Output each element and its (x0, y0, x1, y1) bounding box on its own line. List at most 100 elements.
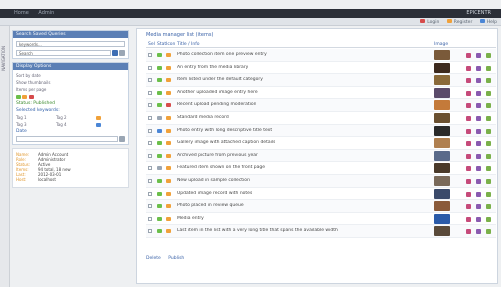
table-row[interactable]: Last item in the list with a very long t… (146, 225, 496, 238)
row-thumbnail[interactable] (434, 125, 450, 136)
row-title[interactable]: Photo placed in review queue (177, 203, 244, 208)
move-icon[interactable] (476, 153, 481, 159)
status-icon[interactable] (157, 229, 162, 234)
move-icon[interactable] (476, 103, 481, 109)
delete-link[interactable]: Delete (146, 256, 161, 261)
nav-home-link[interactable]: Home (14, 10, 29, 16)
row-checkbox[interactable] (148, 128, 152, 133)
edit-icon[interactable] (466, 78, 471, 84)
status-icon[interactable] (157, 141, 162, 146)
publish-icon[interactable] (486, 103, 491, 109)
status-icon[interactable] (157, 90, 162, 95)
table-row[interactable]: An entry from the media library (146, 62, 496, 75)
table-row[interactable]: Another uploaded image entry here (146, 87, 496, 100)
edit-icon[interactable] (466, 115, 471, 121)
row-checkbox[interactable] (148, 115, 152, 120)
row-thumbnail[interactable] (434, 163, 450, 174)
move-icon[interactable] (476, 191, 481, 197)
row-checkbox[interactable] (148, 153, 152, 158)
register-link[interactable]: Register (446, 19, 472, 25)
header-select[interactable]: Sel (148, 42, 155, 47)
row-title[interactable]: Standard media record (177, 115, 229, 120)
table-row[interactable]: Photo placed in review queue (146, 200, 496, 213)
row-checkbox[interactable] (148, 141, 152, 146)
status-icon[interactable] (157, 153, 162, 158)
option-line[interactable]: Show thumbnails (16, 79, 125, 86)
move-icon[interactable] (476, 178, 481, 184)
row-checkbox[interactable] (148, 191, 152, 196)
status-icon[interactable] (157, 53, 162, 57)
publish-icon[interactable] (486, 153, 491, 159)
keyword-item[interactable]: Tag 1 (16, 115, 56, 120)
row-thumbnail[interactable] (434, 87, 450, 98)
header-title[interactable]: Title / Info (177, 42, 200, 47)
row-thumbnail[interactable] (434, 138, 450, 149)
publish-icon[interactable] (486, 166, 491, 172)
row-title[interactable]: Photo collection item one preview entry (177, 52, 267, 57)
publish-icon[interactable] (486, 53, 491, 58)
edit-icon[interactable] (466, 153, 471, 159)
date-picker-button[interactable] (119, 135, 125, 142)
edit-icon[interactable] (466, 166, 471, 172)
keyword-item[interactable]: Tag 3 (16, 122, 56, 127)
row-title[interactable]: Another uploaded image entry here (177, 90, 258, 95)
row-title[interactable]: Featured item shown on the front page (177, 165, 265, 170)
status-icon[interactable] (157, 178, 162, 183)
edit-icon[interactable] (466, 204, 471, 210)
row-checkbox[interactable] (148, 166, 152, 171)
row-thumbnail[interactable] (434, 62, 450, 73)
edit-icon[interactable] (466, 128, 471, 134)
date-input[interactable] (16, 135, 118, 142)
row-thumbnail[interactable] (434, 175, 450, 186)
header-icon[interactable]: Icon (166, 42, 175, 47)
move-icon[interactable] (476, 65, 481, 71)
status-icon[interactable] (157, 65, 162, 70)
side-toggle-strip[interactable]: NAVIGATION (0, 26, 10, 287)
edit-icon[interactable] (466, 216, 471, 222)
status-icon[interactable] (157, 166, 162, 171)
move-icon[interactable] (476, 204, 481, 210)
filter-select[interactable]: Search (16, 49, 111, 56)
keyword-item[interactable]: Tag 4 (56, 122, 96, 127)
row-title[interactable]: Last item in the list with a very long t… (177, 228, 338, 233)
publish-link[interactable]: Publish (168, 256, 184, 261)
row-checkbox[interactable] (148, 53, 152, 57)
publish-icon[interactable] (486, 65, 491, 71)
table-row[interactable]: New upload in sample collection (146, 174, 496, 188)
brand-logo[interactable]: EPICENTR (466, 10, 491, 16)
table-row[interactable]: Updated image record with notes (146, 188, 496, 201)
move-icon[interactable] (476, 141, 481, 147)
keyword-item[interactable]: Tag 2 (56, 115, 96, 120)
publish-icon[interactable] (486, 191, 491, 197)
row-title[interactable]: Item listed under the default category (177, 77, 263, 82)
table-row[interactable]: Gallery image with attached caption deta… (146, 137, 496, 150)
header-status[interactable]: Stat (157, 42, 166, 47)
table-row[interactable]: Item listed under the default category (146, 74, 496, 87)
publish-icon[interactable] (486, 229, 491, 235)
search-button[interactable] (112, 49, 118, 56)
row-checkbox[interactable] (148, 78, 152, 83)
nav-admin-link[interactable]: Admin (38, 10, 54, 16)
row-thumbnail[interactable] (434, 112, 450, 123)
publish-icon[interactable] (486, 78, 491, 84)
table-row[interactable]: Archived picture from previous year (146, 149, 496, 163)
row-thumbnail[interactable] (434, 188, 450, 199)
edit-icon[interactable] (466, 191, 471, 197)
row-title[interactable]: Recent upload pending moderation (177, 102, 256, 107)
table-row[interactable]: Recent upload pending moderation (146, 99, 496, 112)
move-icon[interactable] (476, 115, 481, 121)
row-thumbnail[interactable] (434, 150, 450, 161)
status-icon[interactable] (157, 204, 162, 209)
publish-icon[interactable] (486, 178, 491, 184)
row-title[interactable]: Photo entry with long descriptive title … (177, 128, 272, 133)
login-link[interactable]: Login (420, 19, 439, 25)
status-icon[interactable] (157, 103, 162, 108)
status-icon[interactable] (157, 78, 162, 83)
edit-icon[interactable] (466, 178, 471, 184)
edit-icon[interactable] (466, 103, 471, 109)
row-checkbox[interactable] (148, 90, 152, 95)
publish-icon[interactable] (486, 115, 491, 121)
edit-icon[interactable] (466, 65, 471, 71)
move-icon[interactable] (476, 53, 481, 58)
table-row[interactable]: Photo collection item one preview entry (146, 49, 496, 62)
